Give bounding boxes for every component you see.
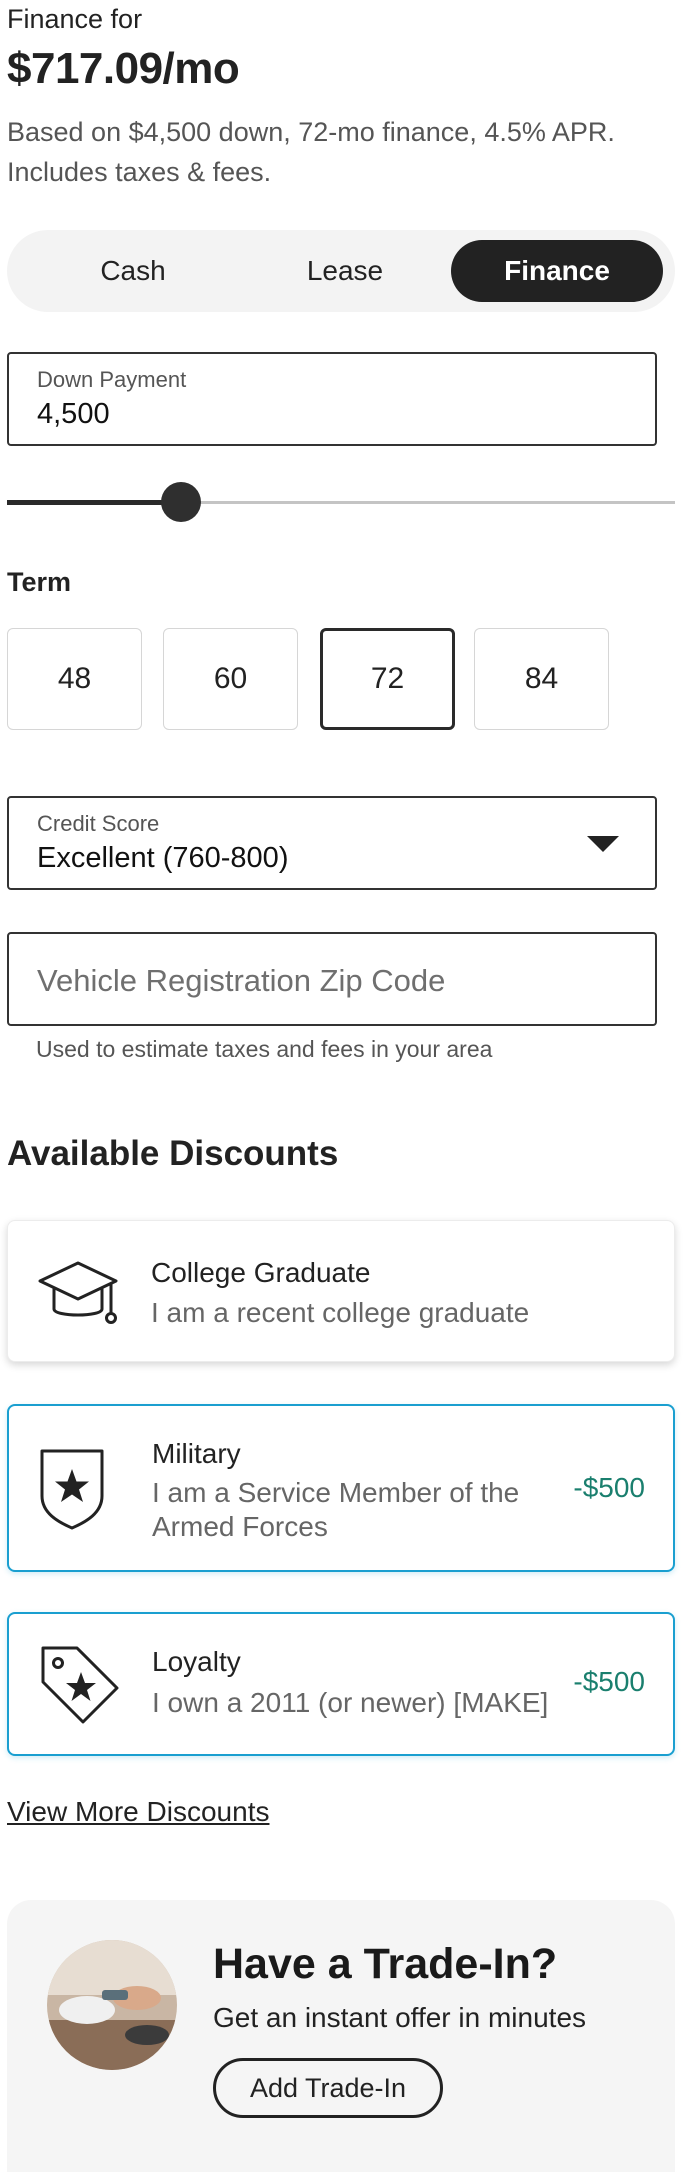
discount-amount: -$500: [573, 1472, 645, 1503]
graduation-cap-icon: [36, 1257, 120, 1334]
discount-description: I am a Service Member of the Armed Force…: [152, 1477, 520, 1542]
slider-thumb[interactable]: [160, 482, 201, 522]
credit-score-label: Credit Score: [37, 811, 160, 836]
tab-finance[interactable]: Finance: [451, 240, 663, 302]
term-option-60[interactable]: 60: [163, 628, 298, 730]
discount-title: College Graduate: [151, 1257, 371, 1288]
discount-amount: -$500: [573, 1666, 645, 1697]
view-more-discounts-link[interactable]: View More Discounts: [7, 1796, 269, 1828]
term-label: Term: [7, 567, 72, 597]
zip-code-input[interactable]: Vehicle Registration Zip Code: [37, 963, 445, 999]
tab-lease[interactable]: Lease: [239, 240, 451, 302]
down-payment-field[interactable]: Down Payment 4,500: [7, 352, 657, 446]
term-option-48[interactable]: 48: [7, 628, 142, 730]
finance-summary: Based on $4,500 down, 72-mo finance, 4.5…: [7, 117, 615, 187]
tab-cash[interactable]: Cash: [27, 240, 239, 302]
finance-eyebrow: Finance for: [7, 4, 143, 34]
slider-fill: [7, 500, 181, 505]
zip-code-helper: Used to estimate taxes and fees in your …: [36, 1036, 493, 1062]
down-payment-slider[interactable]: [7, 482, 675, 522]
discount-title: Loyalty: [152, 1646, 241, 1677]
trade-in-photo: [47, 1940, 177, 2070]
down-payment-input[interactable]: 4,500: [37, 398, 597, 431]
zip-code-field[interactable]: Vehicle Registration Zip Code: [7, 932, 657, 1026]
term-option-84[interactable]: 84: [474, 628, 609, 730]
monthly-price: $717.09/mo: [7, 44, 240, 93]
discount-card-college-graduate[interactable]: College Graduate I am a recent college g…: [7, 1220, 675, 1362]
trade-in-title: Have a Trade-In?: [213, 1940, 558, 1988]
payment-type-toggle: Cash Lease Finance: [7, 230, 675, 312]
credit-score-value: Excellent (760-800): [37, 842, 289, 874]
discount-title: Military: [152, 1438, 241, 1469]
down-payment-label: Down Payment: [37, 367, 187, 392]
add-trade-in-button[interactable]: Add Trade-In: [213, 2058, 443, 2118]
discount-description: I am a recent college graduate: [151, 1297, 530, 1328]
trade-in-subtitle: Get an instant offer in minutes: [213, 2002, 587, 2033]
credit-score-select[interactable]: Credit Score Excellent (760-800): [7, 796, 657, 890]
shield-star-icon: [37, 1446, 107, 1537]
dropdown-caret-icon[interactable]: [587, 836, 619, 852]
trade-in-card: Have a Trade-In? Get an instant offer in…: [7, 1900, 675, 2172]
discount-card-loyalty[interactable]: Loyalty I own a 2011 (or newer) [MAKE] -…: [7, 1612, 675, 1756]
tag-star-icon: [37, 1642, 123, 1733]
discounts-heading: Available Discounts: [7, 1134, 339, 1173]
term-option-72[interactable]: 72: [320, 628, 455, 730]
discount-description: I own a 2011 (or newer) [MAKE]: [152, 1687, 549, 1718]
discount-card-military[interactable]: Military I am a Service Member of the Ar…: [7, 1404, 675, 1572]
